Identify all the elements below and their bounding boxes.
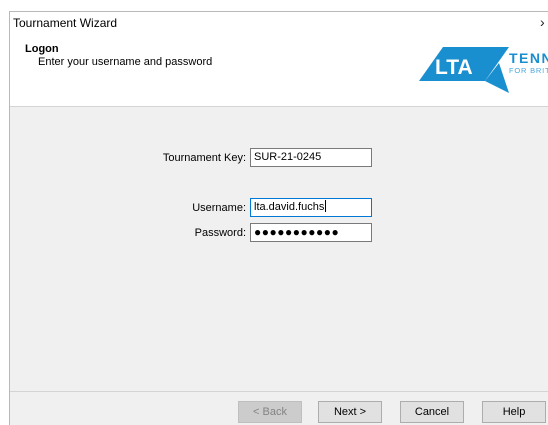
username-label: Username: — [192, 202, 246, 214]
logon-form: Tournament Key: SUR-21-0245 Username: lt… — [10, 107, 548, 391]
cancel-button[interactable]: Cancel — [400, 401, 464, 423]
logo-mark-text: LTA — [435, 56, 473, 79]
username-value: lta.david.fuchs — [254, 201, 325, 213]
wizard-footer: < Back Next > Cancel Help — [10, 391, 548, 425]
back-button[interactable]: < Back — [238, 401, 302, 423]
window-title: Tournament Wizard — [13, 16, 118, 30]
title-bar: Tournament Wizard › — [10, 12, 548, 32]
logo-text-main: TENN — [509, 50, 548, 66]
password-masked-value: ●●●●●●●●●●● — [254, 225, 340, 239]
logo-text-sub: FOR BRIT — [509, 66, 548, 75]
wizard-header: Logon Enter your username and password L… — [10, 32, 548, 107]
step-subtitle: Enter your username and password — [38, 56, 213, 68]
tournament-wizard-window: Tournament Wizard › Logon Enter your use… — [9, 11, 548, 425]
lta-logo: LTA TENN FOR BRIT — [413, 43, 548, 93]
password-field[interactable]: ●●●●●●●●●●● — [250, 223, 372, 242]
lta-logo-mark-icon: LTA — [419, 47, 509, 93]
step-title: Logon — [25, 43, 59, 55]
tournament-key-field[interactable]: SUR-21-0245 — [250, 148, 372, 167]
password-label: Password: — [194, 227, 246, 239]
tournament-key-value: SUR-21-0245 — [254, 151, 322, 163]
username-field[interactable]: lta.david.fuchs — [250, 198, 372, 217]
text-caret — [325, 200, 327, 212]
tournament-key-label: Tournament Key: — [162, 152, 246, 164]
help-button[interactable]: Help — [482, 401, 546, 423]
next-button[interactable]: Next > — [318, 401, 382, 423]
close-icon[interactable]: › — [540, 14, 548, 30]
